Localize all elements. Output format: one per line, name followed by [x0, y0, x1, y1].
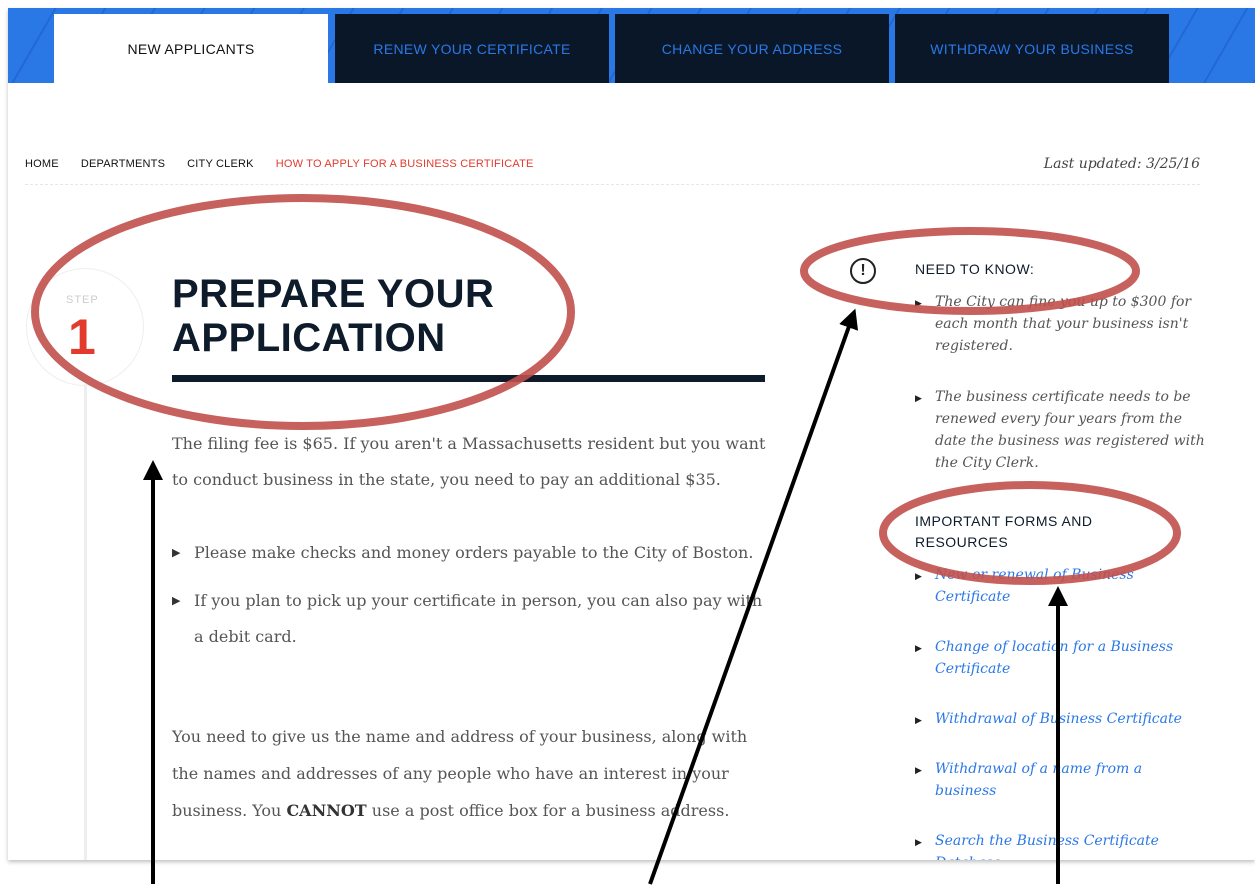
requirements-paragraph: You need to give us the name and address… [172, 718, 772, 829]
bullet-triangle-icon: ▶ [915, 644, 922, 654]
breadcrumb-current: HOW TO APPLY FOR A BUSINESS CERTIFICATE [275, 158, 534, 170]
para-bold-cannot: CANNOT [286, 801, 367, 820]
tab-bar: NEW APPLICANTS RENEW YOUR CERTIFICATE CH… [8, 8, 1255, 83]
bullet-item: ▶ If you plan to pick up your certificat… [172, 583, 772, 655]
page-title: PREPARE YOUR APPLICATION [172, 272, 592, 360]
form-link-change-location[interactable]: Change of location for a Business Certif… [935, 639, 1173, 677]
title-rule [172, 375, 765, 382]
tab-change-address[interactable]: CHANGE YOUR ADDRESS [615, 14, 889, 83]
form-link-item[interactable]: ▶ Search the Business Certificate Databa… [915, 830, 1205, 860]
form-link-new-renewal[interactable]: New or renewal of Business Certificate [935, 567, 1134, 605]
title-line-2: APPLICATION [172, 316, 446, 360]
breadcrumb-divider [25, 184, 1200, 185]
tab-withdraw-business[interactable]: WITHDRAW YOUR BUSINESS [895, 14, 1169, 83]
step-number: 1 [68, 309, 96, 365]
intro-paragraph: The filing fee is $65. If you aren't a M… [172, 434, 766, 489]
step-label: STEP [66, 294, 99, 306]
form-link-withdrawal[interactable]: Withdrawal of Business Certificate [935, 711, 1182, 727]
breadcrumb-home[interactable]: HOME [25, 158, 59, 170]
forms-link-list: ▶ New or renewal of Business Certificate… [915, 564, 1205, 860]
need-to-know-text: The City can fine you up to $300 for eac… [935, 294, 1192, 354]
breadcrumb-departments[interactable]: DEPARTMENTS [81, 158, 165, 170]
need-to-know-heading: NEED TO KNOW: [915, 261, 1035, 277]
bullet-triangle-icon: ▶ [915, 716, 922, 726]
bullet-triangle-icon: ▶ [172, 546, 181, 559]
form-link-item[interactable]: ▶ New or renewal of Business Certificate [915, 564, 1205, 608]
bullet-triangle-icon: ▶ [915, 766, 922, 776]
bullet-triangle-icon: ▶ [915, 394, 922, 404]
bullet-triangle-icon: ▶ [915, 299, 922, 309]
bullet-triangle-icon: ▶ [915, 838, 922, 848]
form-link-item[interactable]: ▶ Withdrawal of Business Certificate [915, 708, 1205, 730]
form-link-item[interactable]: ▶ Change of location for a Business Cert… [915, 636, 1205, 680]
form-link-withdraw-name[interactable]: Withdrawal of a name from a business [935, 761, 1142, 799]
bullet-text: If you plan to pick up your certificate … [194, 591, 763, 646]
breadcrumb-city-clerk[interactable]: CITY CLERK [187, 158, 254, 170]
payment-bullet-list: ▶ Please make checks and money orders pa… [172, 535, 772, 667]
need-to-know-item: ▶ The City can fine you up to $300 for e… [915, 291, 1205, 357]
need-to-know-list: ▶ The City can fine you up to $300 for e… [915, 291, 1205, 503]
form-link-item[interactable]: ▶ Withdrawal of a name from a business [915, 758, 1205, 802]
need-to-know-item: ▶ The business certificate needs to be r… [915, 386, 1205, 474]
exclamation-circle-icon: ! [850, 258, 876, 284]
tab-renew-certificate[interactable]: RENEW YOUR CERTIFICATE [335, 14, 609, 83]
step-timeline [84, 384, 87, 860]
bullet-text: Please make checks and money orders paya… [194, 543, 754, 562]
last-updated: Last updated: 3/25/16 [1043, 156, 1200, 172]
bullet-triangle-icon: ▶ [915, 572, 922, 582]
need-to-know-text: The business certificate needs to be ren… [935, 389, 1205, 471]
forms-heading: IMPORTANT FORMS AND RESOURCES [915, 513, 1093, 550]
page-card: NEW APPLICANTS RENEW YOUR CERTIFICATE CH… [8, 8, 1255, 860]
title-line-1: PREPARE YOUR [172, 272, 495, 316]
tab-new-applicants[interactable]: NEW APPLICANTS [54, 14, 328, 83]
breadcrumb: HOME DEPARTMENTS CITY CLERK HOW TO APPLY… [25, 158, 556, 170]
bullet-item: ▶ Please make checks and money orders pa… [172, 535, 772, 571]
para-text-after: use a post office box for a business add… [366, 801, 730, 820]
form-link-search-database[interactable]: Search the Business Certificate Database [935, 833, 1159, 860]
bullet-triangle-icon: ▶ [172, 594, 181, 607]
